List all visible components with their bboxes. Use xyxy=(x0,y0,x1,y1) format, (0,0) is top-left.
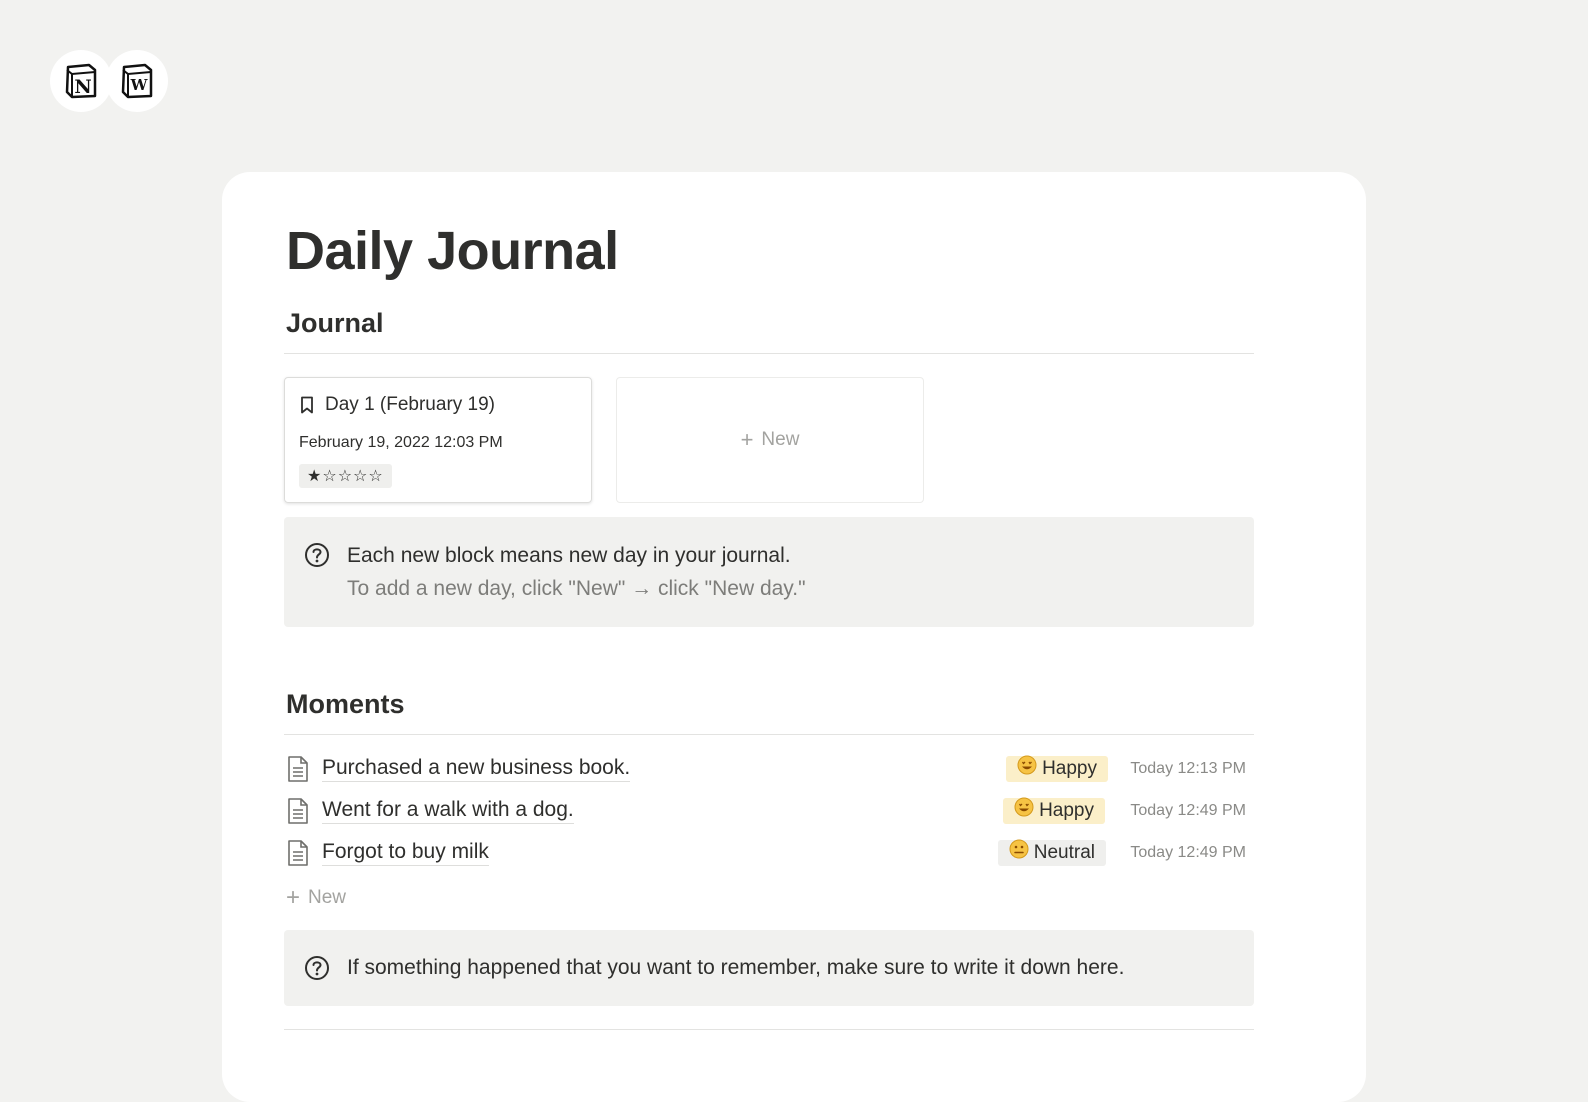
table-row[interactable]: Purchased a new business book. Happy Tod… xyxy=(286,750,1252,790)
mood-tag: Neutral xyxy=(997,839,1106,867)
moment-time: Today 12:13 PM xyxy=(1130,760,1246,777)
mood-tag: Happy xyxy=(1006,755,1108,783)
svg-text:W: W xyxy=(130,76,149,94)
moment-title[interactable]: Forgot to buy milk xyxy=(322,840,489,866)
callout-line-1: If something happened that you want to r… xyxy=(347,956,1125,979)
new-moment-button[interactable]: + New xyxy=(286,884,346,912)
notion-logo-icon: N xyxy=(65,63,97,99)
moment-title[interactable]: Purchased a new business book. xyxy=(322,756,631,782)
callout-line-2: To add a new day, click "New" → click "N… xyxy=(347,577,806,600)
callout-line-1: Each new block means new day in your jou… xyxy=(347,544,791,567)
mood-tag: Happy xyxy=(1003,797,1105,825)
mood-tag-label: Neutral xyxy=(1033,842,1095,863)
journal-entry-card[interactable]: Day 1 (February 19) February 19, 2022 12… xyxy=(284,377,592,503)
question-circle-icon xyxy=(305,543,329,567)
bottom-divider xyxy=(284,1029,1254,1030)
entry-date: February 19, 2022 12:03 PM xyxy=(299,434,503,451)
entry-title[interactable]: Day 1 (February 19) xyxy=(299,394,495,416)
moment-title[interactable]: Went for a walk with a dog. xyxy=(322,798,574,824)
new-label: New xyxy=(761,429,800,450)
table-row[interactable]: Went for a walk with a dog. Happy Today … xyxy=(286,792,1252,832)
question-circle-icon xyxy=(305,956,329,980)
grinning-star-eyes-icon xyxy=(1014,797,1034,825)
grinning-star-eyes-icon xyxy=(1017,755,1037,783)
moments-divider xyxy=(284,734,1254,735)
journal-callout: Each new block means new day in your jou… xyxy=(284,517,1254,627)
plus-icon: + xyxy=(286,884,301,911)
document-icon xyxy=(288,756,308,782)
word-logo-icon: W xyxy=(121,63,153,99)
page-title: Daily Journal xyxy=(286,221,619,281)
bookmark-icon xyxy=(301,396,313,414)
moments-heading: Moments xyxy=(286,689,405,719)
moment-time: Today 12:49 PM xyxy=(1130,844,1246,861)
neutral-face-icon xyxy=(1009,839,1029,867)
word-logo[interactable]: W xyxy=(106,50,168,112)
journal-heading: Journal xyxy=(286,308,384,338)
plus-icon: + xyxy=(740,427,754,452)
table-row[interactable]: Forgot to buy milk Neutral Today 12:49 P… xyxy=(286,834,1252,874)
svg-text:N: N xyxy=(74,76,91,98)
moments-callout: If something happened that you want to r… xyxy=(284,930,1254,1006)
notion-logo[interactable]: N xyxy=(50,50,112,112)
journal-divider xyxy=(284,353,1254,354)
document-icon xyxy=(288,798,308,824)
document-icon xyxy=(288,840,308,866)
page-card: Daily Journal Journal Day 1 (February 19… xyxy=(222,172,1366,1102)
mood-tag-label: Happy xyxy=(1039,800,1094,821)
entry-title-text: Day 1 (February 19) xyxy=(325,394,496,415)
new-journal-entry-button[interactable]: + New xyxy=(616,377,924,503)
moment-time: Today 12:49 PM xyxy=(1130,802,1246,819)
new-label: New xyxy=(308,887,347,908)
entry-rating: ★☆☆☆☆ xyxy=(299,464,392,488)
mood-tag-label: Happy xyxy=(1042,758,1097,779)
